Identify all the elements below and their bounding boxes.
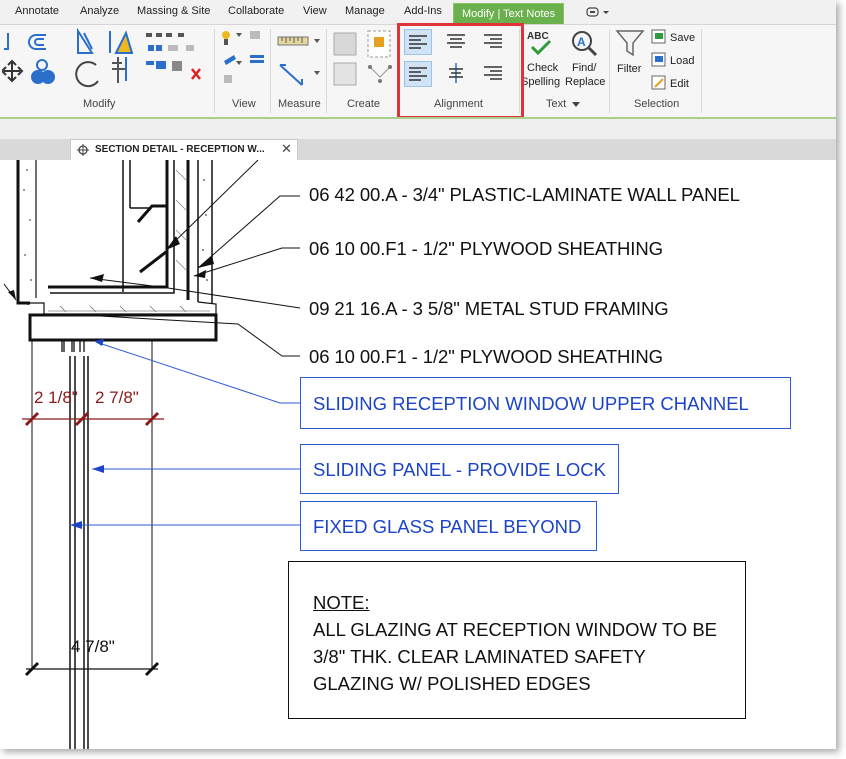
tab-analyze[interactable]: Analyze — [80, 5, 119, 17]
note-line: GLAZING W/ POLISHED EDGES — [313, 673, 591, 694]
measure-tools-icon[interactable] — [276, 27, 326, 97]
panel-label-selection: Selection — [634, 98, 680, 110]
tab-collaborate[interactable]: Collaborate — [228, 5, 284, 17]
note-heading: NOTE: — [313, 592, 370, 613]
tab-modify-text-notes[interactable]: Modify | Text Notes — [453, 3, 565, 24]
view-tab-title: SECTION DETAIL - RECEPTION W... — [95, 144, 265, 155]
revit-window: Annotate Analyze Massing & Site Collabor… — [0, 0, 836, 749]
modify-tools-icon[interactable] — [2, 27, 202, 97]
find-replace-icon[interactable]: A — [569, 29, 599, 59]
general-note-box[interactable]: NOTE: ALL GLAZING AT RECEPTION WINDOW TO… — [288, 561, 746, 719]
check-spelling-label-2[interactable]: Spelling — [521, 76, 560, 88]
panel-divider — [326, 29, 327, 113]
panel-label-modify: Modify — [83, 98, 116, 110]
edit-selection-icon[interactable] — [651, 75, 667, 91]
dimension-right[interactable]: 2 7/8" — [95, 388, 139, 408]
save-selection-label[interactable]: Save — [670, 32, 695, 44]
find-replace-label-1[interactable]: Find/ — [572, 62, 596, 74]
find-replace-label-2[interactable]: Replace — [565, 76, 605, 88]
section-view-icon — [77, 144, 89, 156]
tag-sliding-panel[interactable]: SLIDING PANEL - PROVIDE LOCK — [300, 444, 619, 494]
tab-annotate[interactable]: Annotate — [15, 5, 59, 17]
options-bar — [0, 119, 836, 139]
svg-text:ABC: ABC — [527, 31, 549, 42]
dimension-total[interactable]: 4 7/8" — [71, 637, 115, 657]
ribbon-tab-strip: Annotate Analyze Massing & Site Collabor… — [0, 0, 836, 25]
keynote-label[interactable]: 06 10 00.F1 - 1/2" PLYWOOD SHEATHING — [309, 238, 663, 260]
note-line: 3/8" THK. CLEAR LAMINATED SAFETY — [313, 646, 646, 667]
chevron-down-icon[interactable] — [572, 102, 580, 108]
close-icon[interactable]: ✕ — [281, 141, 292, 157]
check-spelling-label-1[interactable]: Check — [527, 62, 558, 74]
filter-label[interactable]: Filter — [617, 63, 641, 75]
note-line: ALL GLAZING AT RECEPTION WINDOW TO BE — [313, 619, 717, 640]
keynote-label[interactable]: 06 10 00.F1 - 1/2" PLYWOOD SHEATHING — [309, 346, 663, 368]
keynote-label[interactable]: 09 21 16.A - 3 5/8" METAL STUD FRAMING — [309, 298, 669, 320]
tab-manage[interactable]: Manage — [345, 5, 385, 17]
dimension-left[interactable]: 2 1/8" — [34, 388, 78, 408]
tab-massing-site[interactable]: Massing & Site — [137, 5, 210, 17]
tag-upper-channel[interactable]: SLIDING RECEPTION WINDOW UPPER CHANNEL — [300, 377, 791, 429]
panel-label-measure: Measure — [278, 98, 321, 110]
svg-text:A: A — [577, 35, 586, 49]
tag-fixed-glass-panel[interactable]: FIXED GLASS PANEL BEYOND — [300, 501, 597, 551]
panel-label-text[interactable]: Text — [546, 98, 566, 110]
load-selection-label[interactable]: Load — [670, 55, 694, 67]
panel-label-create: Create — [347, 98, 381, 110]
keynote-label[interactable]: 06 42 00.A - 3/4" PLASTIC-LAMINATE WALL … — [309, 184, 740, 206]
view-tab-section-detail[interactable]: SECTION DETAIL - RECEPTION W... ✕ — [70, 139, 298, 160]
edit-selection-label[interactable]: Edit — [670, 78, 689, 90]
panel-divider — [701, 29, 702, 113]
check-spelling-icon[interactable]: ABC — [526, 29, 556, 59]
load-selection-icon[interactable] — [651, 52, 667, 68]
panel-divider — [270, 29, 271, 113]
save-selection-icon[interactable] — [651, 29, 667, 45]
create-tools-icon[interactable] — [330, 27, 396, 97]
tab-view[interactable]: View — [303, 5, 327, 17]
tab-add-ins[interactable]: Add-Ins — [404, 5, 442, 17]
ribbon-options-icon[interactable] — [585, 6, 611, 18]
alignment-highlight-box — [397, 23, 524, 119]
view-tools-icon[interactable] — [220, 27, 270, 97]
panel-divider — [609, 29, 610, 113]
panel-label-view: View — [232, 98, 256, 110]
panel-divider — [214, 29, 215, 113]
filter-icon[interactable] — [615, 29, 645, 59]
